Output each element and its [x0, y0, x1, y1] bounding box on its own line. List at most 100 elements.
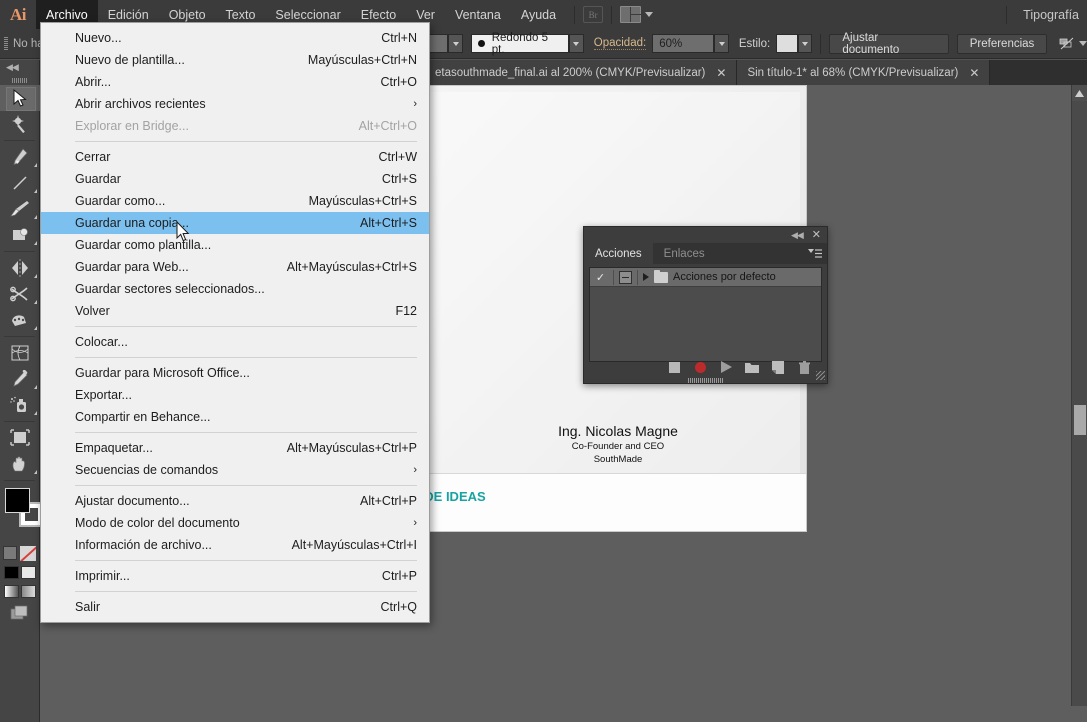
chevron-down-icon [1079, 41, 1087, 46]
menu-item-colocar[interactable]: Colocar... [41, 331, 429, 353]
close-icon[interactable]: ✕ [812, 229, 821, 241]
brush-selector[interactable]: Redondo 5 pt. [470, 32, 570, 56]
color-mode-color[interactable] [3, 566, 19, 579]
menu-item-secuencias-comandos[interactable]: Secuencias de comandos › [41, 459, 429, 481]
tool-shape-builder[interactable] [0, 307, 40, 333]
actions-list-row[interactable]: ✓ Acciones por defecto [590, 268, 821, 287]
toggle-dialog-icon[interactable] [619, 270, 632, 284]
tool-line-segment[interactable] [0, 170, 40, 196]
menu-item-empaquetar[interactable]: Empaquetar... Alt+Mayúsculas+Ctrl+P [41, 437, 429, 459]
screen-mode-button[interactable] [0, 601, 39, 625]
menu-item-guardar-sectores[interactable]: Guardar sectores seleccionados... [41, 278, 429, 300]
menu-item-guardar-una-copia[interactable]: Guardar una copia... Alt+Ctrl+S [41, 212, 429, 234]
tab-acciones[interactable]: Acciones [584, 243, 653, 264]
tool-magic-wand[interactable] [0, 111, 40, 137]
menu-item-nuevo-plantilla[interactable]: Nuevo de plantilla... Mayúsculas+Ctrl+N [41, 49, 429, 71]
align-options-button[interactable] [1059, 37, 1087, 51]
actions-panel[interactable]: ◀◀ ✕ Acciones Enlaces ✓ Acciones por def [583, 226, 828, 384]
preferences-button[interactable]: Preferencias [956, 33, 1048, 54]
menu-item-label: Guardar para Web... [75, 260, 189, 274]
panel-bottom-grip[interactable] [687, 378, 724, 383]
new-set-button[interactable] [745, 360, 759, 374]
close-icon[interactable]: ✕ [969, 67, 979, 79]
gradient-swatch-2[interactable] [20, 585, 36, 598]
actions-list[interactable]: ✓ Acciones por defecto [589, 267, 822, 362]
swap-fill-stroke-icon[interactable] [3, 546, 17, 560]
style-dropdown[interactable] [797, 34, 813, 53]
menu-ayuda[interactable]: Ayuda [511, 0, 566, 29]
menu-item-guardar-para-web[interactable]: Guardar para Web... Alt+Mayúsculas+Ctrl+… [41, 256, 429, 278]
play-button[interactable] [719, 360, 733, 374]
menu-item-abrir-recientes[interactable]: Abrir archivos recientes › [41, 93, 429, 115]
check-icon[interactable]: ✓ [593, 271, 608, 284]
panel-menu-button[interactable] [808, 247, 822, 265]
workspace-switcher[interactable]: Tipografía [1015, 8, 1087, 22]
stroke-dropdown[interactable] [448, 34, 464, 53]
actions-panel-titlebar[interactable]: ◀◀ ✕ [584, 227, 827, 243]
close-icon[interactable]: ✕ [716, 67, 726, 79]
panel-grip-icon[interactable] [4, 36, 8, 51]
menu-item-compartir-behance[interactable]: Compartir en Behance... [41, 406, 429, 428]
menu-item-salir[interactable]: Salir Ctrl+Q [41, 596, 429, 618]
menu-item-guardar[interactable]: Guardar Ctrl+S [41, 168, 429, 190]
document-tab-1[interactable]: etasouthmade_final.ai al 200% (CMYK/Prev… [425, 60, 738, 85]
tool-blob-brush[interactable] [0, 222, 40, 248]
tool-paintbrush[interactable] [0, 196, 40, 222]
record-button[interactable] [693, 360, 707, 374]
color-mode-gradient[interactable] [20, 566, 36, 579]
tools-panel-grip[interactable] [0, 75, 39, 85]
document-tab-2[interactable]: Sin título-1* al 68% (CMYK/Previsualizar… [737, 60, 991, 85]
tools-panel-header[interactable]: ◀◀ [0, 60, 39, 75]
tool-symbol-sprayer[interactable] [0, 392, 40, 418]
menu-item-informacion-archivo[interactable]: Información de archivo... Alt+Mayúsculas… [41, 534, 429, 556]
menu-item-ajustar-documento[interactable]: Ajustar documento... Alt+Ctrl+P [41, 490, 429, 512]
menu-item-volver[interactable]: Volver F12 [41, 300, 429, 322]
menu-item-abrir[interactable]: Abrir... Ctrl+O [41, 71, 429, 93]
style-swatch[interactable] [776, 34, 798, 53]
menu-item-guardar-office[interactable]: Guardar para Microsoft Office... [41, 362, 429, 384]
tool-eyedropper[interactable] [0, 366, 40, 392]
file-menu-dropdown[interactable]: Nuevo... Ctrl+N Nuevo de plantilla... Ma… [40, 22, 430, 623]
collapse-icon[interactable]: ◀◀ [791, 230, 804, 241]
menu-divider [75, 432, 417, 433]
action-set-label: Acciones por defecto [673, 271, 776, 283]
panel-resize-handle[interactable] [816, 371, 825, 380]
none-swatch-icon[interactable] [20, 546, 36, 561]
tool-scissors[interactable] [0, 281, 40, 307]
expand-triangle-icon[interactable] [643, 273, 649, 281]
delete-button[interactable] [797, 360, 811, 374]
tool-pen[interactable] [0, 144, 40, 170]
tool-more-indicator [34, 326, 37, 330]
opacity-dropdown[interactable] [714, 34, 729, 53]
menu-item-modo-color[interactable]: Modo de color del documento › [41, 512, 429, 534]
scrollbar-thumb[interactable] [1074, 405, 1086, 435]
menu-item-cerrar[interactable]: Cerrar Ctrl+W [41, 146, 429, 168]
menu-item-guardar-como[interactable]: Guardar como... Mayúsculas+Ctrl+S [41, 190, 429, 212]
menu-item-nuevo[interactable]: Nuevo... Ctrl+N [41, 27, 429, 49]
menu-item-exportar[interactable]: Exportar... [41, 384, 429, 406]
fill-stroke-control[interactable] [0, 484, 44, 544]
menu-ventana[interactable]: Ventana [445, 0, 511, 29]
tool-mesh[interactable] [0, 340, 40, 366]
vertical-scrollbar[interactable] [1071, 85, 1087, 706]
opacity-input[interactable]: 60% [652, 34, 715, 53]
stop-button[interactable] [667, 360, 681, 374]
bridge-icon[interactable]: Br [583, 6, 604, 23]
arrange-documents-button[interactable] [620, 6, 654, 23]
collapse-icon[interactable]: ◀◀ [6, 62, 19, 73]
fill-swatch[interactable] [5, 488, 30, 513]
adjust-document-button[interactable]: Ajustar documento [829, 32, 949, 56]
brush-dropdown[interactable] [569, 34, 584, 53]
opacity-label[interactable]: Opacidad: [593, 37, 647, 50]
tab-enlaces[interactable]: Enlaces [653, 243, 716, 264]
tool-reflect[interactable] [0, 255, 40, 281]
menu-item-guardar-como-plantilla[interactable]: Guardar como plantilla... [41, 234, 429, 256]
menu-item-imprimir[interactable]: Imprimir... Ctrl+P [41, 565, 429, 587]
tool-selection[interactable] [0, 85, 40, 111]
menu-divider [75, 326, 417, 327]
new-action-button[interactable] [771, 360, 785, 374]
scroll-up-button[interactable] [1072, 85, 1087, 101]
gradient-swatch[interactable] [3, 585, 19, 598]
tool-artboard[interactable] [0, 425, 40, 451]
tool-hand[interactable] [0, 451, 40, 477]
